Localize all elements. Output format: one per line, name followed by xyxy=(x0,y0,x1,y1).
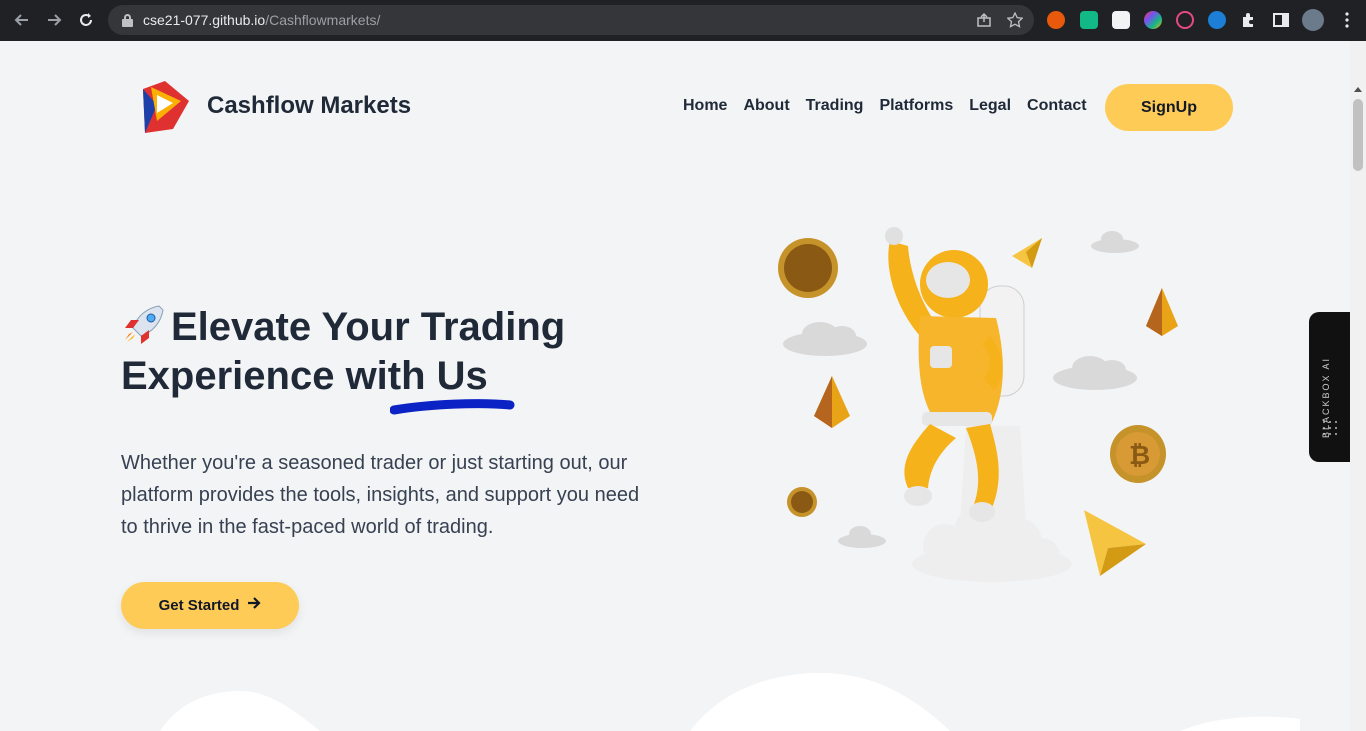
profile-avatar[interactable] xyxy=(1302,9,1324,31)
blackbox-logo-icon xyxy=(1323,421,1337,435)
arrow-right-icon xyxy=(247,596,261,615)
scrollbar-thumb[interactable] xyxy=(1353,99,1363,171)
extension-2-icon[interactable] xyxy=(1080,11,1098,29)
nav-legal[interactable]: Legal xyxy=(969,97,1011,115)
url-host: cse21-077.github.io xyxy=(143,12,266,28)
menu-dots-icon[interactable] xyxy=(1338,11,1356,29)
page-scrollbar[interactable] xyxy=(1350,41,1366,731)
extension-6-icon[interactable] xyxy=(1208,11,1226,29)
headline-line-2: Experience with Us xyxy=(121,354,488,398)
nav-platforms[interactable]: Platforms xyxy=(879,97,953,115)
brand-logo[interactable] xyxy=(135,79,193,137)
headline-underline xyxy=(390,399,515,415)
blackbox-ai-widget[interactable]: BLACKBOX AI xyxy=(1309,312,1350,462)
page: Cashflow Markets Home About Trading Plat… xyxy=(0,41,1366,731)
extension-4-icon[interactable] xyxy=(1144,11,1162,29)
astronaut-illustration: ₿ xyxy=(778,227,1178,582)
main-nav: Home About Trading Platforms Legal Conta… xyxy=(683,97,1103,115)
rocket-icon xyxy=(121,304,165,344)
brand-name[interactable]: Cashflow Markets xyxy=(207,92,411,120)
puzzle-icon[interactable] xyxy=(1240,11,1258,29)
headline-line-1: Elevate Your Trading xyxy=(171,305,566,349)
svg-text:₿: ₿ xyxy=(1129,441,1150,471)
get-started-button[interactable]: Get Started xyxy=(121,582,299,629)
scroll-up-icon[interactable] xyxy=(1354,87,1362,92)
browser-toolbar: cse21-077.github.io/Cashflowmarkets/ xyxy=(0,0,1366,41)
address-bar[interactable]: cse21-077.github.io/Cashflowmarkets/ xyxy=(108,5,1034,35)
nav-contact[interactable]: Contact xyxy=(1027,97,1087,115)
nav-trading[interactable]: Trading xyxy=(806,97,864,115)
extension-3-icon[interactable] xyxy=(1112,11,1130,29)
side-panel-icon[interactable] xyxy=(1272,11,1290,29)
reload-icon[interactable] xyxy=(72,6,100,34)
share-icon[interactable] xyxy=(976,12,992,32)
extension-1-icon[interactable] xyxy=(1047,11,1065,29)
nav-home[interactable]: Home xyxy=(683,97,727,115)
extension-5-icon[interactable] xyxy=(1176,11,1194,29)
bookmark-star-icon[interactable] xyxy=(1006,11,1024,32)
back-icon[interactable] xyxy=(8,6,36,34)
url-path: /Cashflowmarkets/ xyxy=(265,12,381,28)
lock-icon xyxy=(122,13,133,27)
nav-about[interactable]: About xyxy=(743,97,789,115)
signup-button[interactable]: SignUp xyxy=(1105,84,1233,131)
get-started-label: Get Started xyxy=(158,597,240,614)
bottom-clouds xyxy=(160,673,1300,731)
hero-description: Whether you're a seasoned trader or just… xyxy=(121,452,640,538)
forward-icon[interactable] xyxy=(40,6,68,34)
hero-headline: Elevate Your Trading Experience with Us xyxy=(121,303,641,401)
